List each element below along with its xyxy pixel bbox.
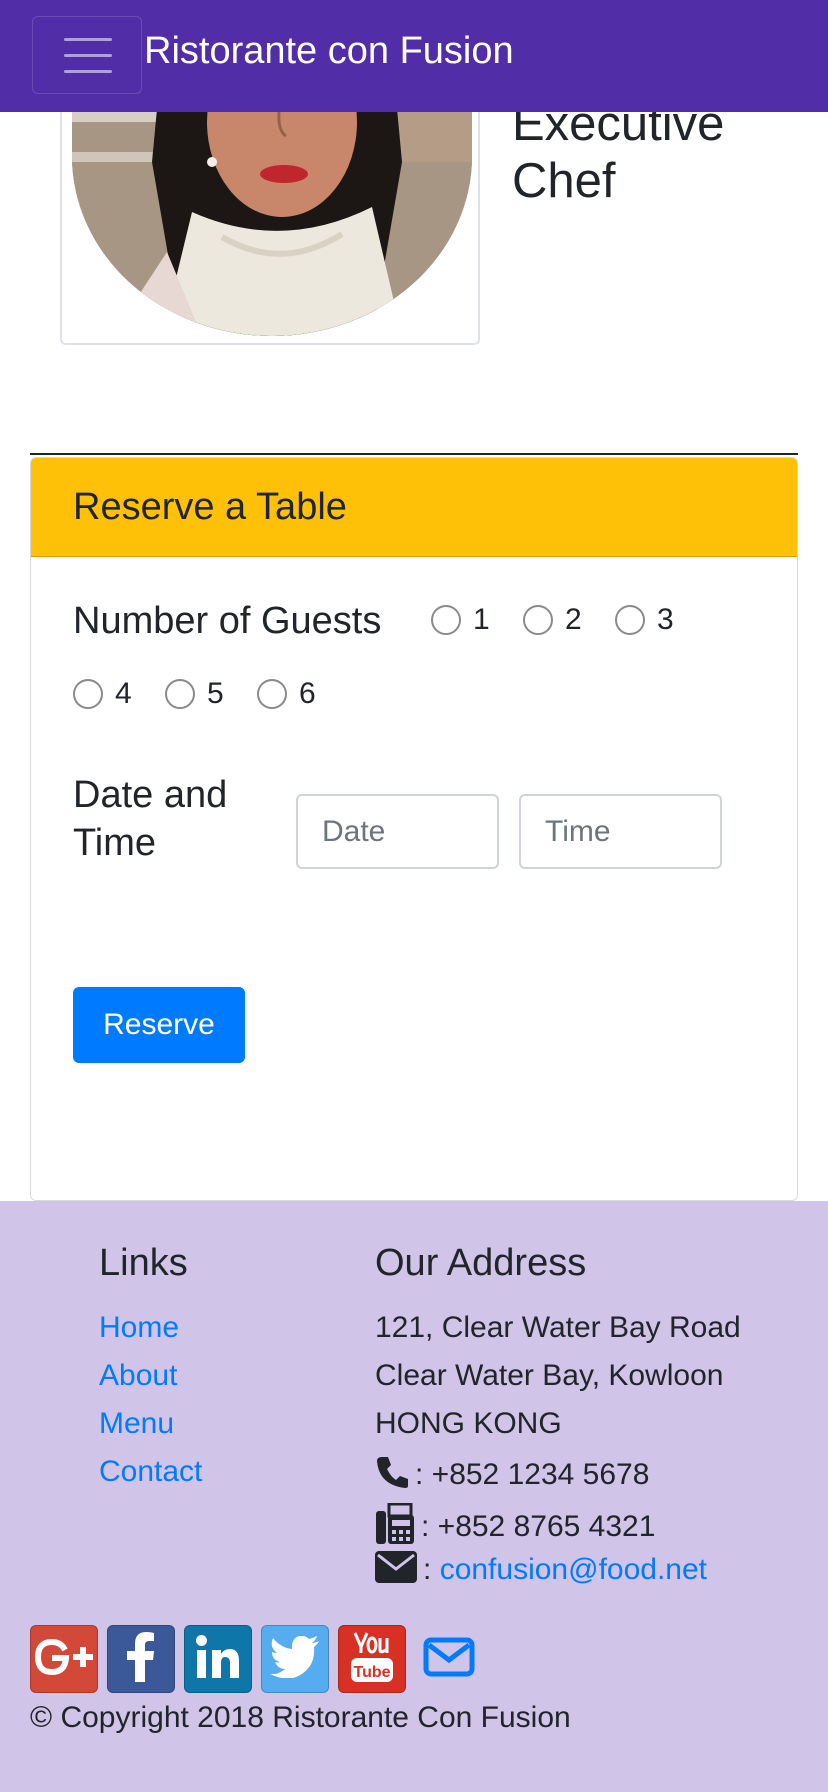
reservation-card-header: Reserve a Table	[31, 458, 797, 557]
reserve-button[interactable]: Reserve	[73, 987, 245, 1063]
fax-icon	[375, 1502, 415, 1553]
date-input[interactable]	[296, 794, 499, 869]
hamburger-icon-bar	[64, 38, 112, 41]
footer-link-contact[interactable]: Contact	[99, 1455, 202, 1489]
copyright-text: © Copyright 2018 Ristorante Con Fusion	[30, 1701, 571, 1734]
email-link[interactable]: confusion@food.net	[440, 1553, 707, 1586]
email-prefix: :	[423, 1552, 432, 1586]
guests-label: Number of Guests	[73, 600, 382, 642]
reservation-card: Reserve a Table Number of Guests 1 2 3 4…	[30, 457, 798, 1201]
guest-radio-3[interactable]	[615, 605, 645, 635]
guest-radio-6[interactable]	[257, 679, 287, 709]
footer-link-menu[interactable]: Menu	[99, 1407, 174, 1441]
date-time-label-line1: Date and	[73, 774, 228, 816]
twitter-icon	[270, 1635, 320, 1683]
fax-line: : +852 8765 4321	[375, 1502, 656, 1553]
guest-radio-label: 3	[657, 603, 674, 636]
linkedin-button[interactable]	[184, 1625, 252, 1693]
svg-text:Tube: Tube	[353, 1664, 390, 1681]
address-line-2: Clear Water Bay, Kowloon	[375, 1359, 724, 1392]
youtube-button[interactable]: Tube	[338, 1625, 406, 1693]
chef-title-line2: Chef	[512, 154, 616, 208]
google-plus-icon	[33, 1637, 95, 1682]
footer-link-home[interactable]: Home	[99, 1311, 179, 1345]
guest-radio-1[interactable]	[431, 605, 461, 635]
guest-radio-label: 5	[207, 677, 224, 710]
guest-radio-label: 6	[299, 677, 316, 710]
youtube-icon: Tube	[349, 1631, 395, 1688]
guest-radio-2[interactable]	[523, 605, 553, 635]
facebook-button[interactable]	[107, 1625, 175, 1693]
phone-line: : +852 1234 5678	[375, 1455, 649, 1497]
google-plus-button[interactable]	[30, 1625, 98, 1693]
envelope-icon	[375, 1551, 417, 1591]
linkedin-icon	[195, 1634, 241, 1685]
date-time-label-line2: Time	[73, 822, 157, 864]
chef-title: Executive Chef	[512, 96, 724, 210]
section-divider	[30, 453, 798, 455]
facebook-icon	[126, 1631, 156, 1687]
guest-radio-label: 1	[473, 603, 490, 636]
footer: Links Home About Menu Contact Our Addres…	[0, 1201, 828, 1792]
date-time-label: Date and Time	[73, 771, 227, 867]
mail-icon	[423, 1637, 475, 1682]
links-heading: Links	[99, 1242, 188, 1284]
guest-radio-label: 4	[115, 677, 132, 710]
navbar-toggler-button[interactable]	[32, 16, 142, 94]
guest-radio-label: 2	[565, 603, 582, 636]
email-line: : confusion@food.net	[375, 1551, 707, 1591]
guest-radio-5[interactable]	[165, 679, 195, 709]
footer-link-about[interactable]: About	[99, 1359, 177, 1393]
address-line-3: HONG KONG	[375, 1407, 562, 1440]
twitter-button[interactable]	[261, 1625, 329, 1693]
email-button[interactable]	[415, 1625, 483, 1693]
hamburger-icon-bar	[64, 54, 112, 57]
hamburger-icon-bar	[64, 70, 112, 73]
phone-icon	[375, 1455, 409, 1497]
address-line-1: 121, Clear Water Bay Road	[375, 1311, 741, 1344]
navbar-brand[interactable]: Ristorante con Fusion	[144, 30, 514, 73]
phone-number: : +852 1234 5678	[415, 1457, 650, 1491]
fax-number: : +852 8765 4321	[421, 1509, 656, 1543]
time-input[interactable]	[519, 794, 722, 869]
guest-radio-4[interactable]	[73, 679, 103, 709]
address-heading: Our Address	[375, 1242, 587, 1284]
navbar: Ristorante con Fusion	[0, 0, 828, 112]
reservation-title: Reserve a Table	[73, 486, 347, 528]
